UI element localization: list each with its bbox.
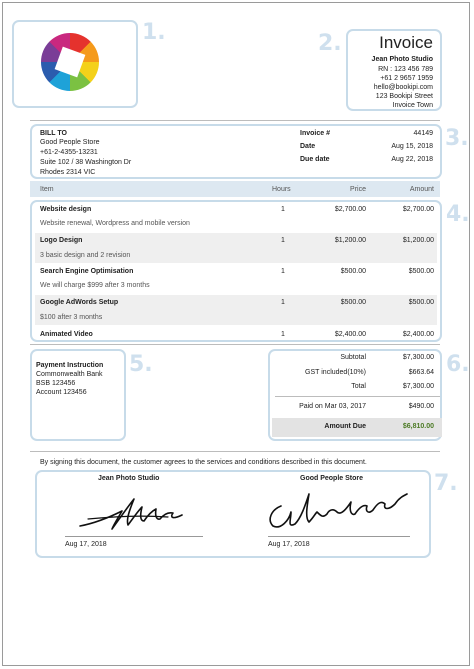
bill-to-label: BILL TO: [40, 130, 67, 137]
invoice-heading: Invoice: [379, 33, 433, 52]
gst-label: GST included(10%): [305, 369, 366, 376]
left-signer-name: Jean Photo Studio: [98, 475, 160, 482]
summary-divider: [275, 396, 440, 397]
item-name: Logo Design: [40, 237, 83, 244]
item-name: Website design: [40, 206, 92, 213]
invoice-due-label: Due date: [300, 156, 330, 163]
company-town: Invoice Town: [392, 102, 433, 109]
marker-6: 6.: [446, 352, 470, 377]
header-item: Item: [40, 186, 54, 193]
invoice-date-label: Date: [300, 143, 316, 150]
agreement-text: By signing this document, the customer a…: [40, 459, 367, 466]
item-desc: We will charge $999 after 3 months: [40, 282, 150, 289]
marker-5: 5.: [129, 352, 153, 377]
right-signature: [269, 493, 408, 528]
item-amount: $2,700.00: [402, 206, 434, 213]
total-label: Total: [351, 383, 366, 390]
company-email: hello@bookipi.com: [373, 84, 433, 91]
marker-1: 1.: [142, 20, 166, 45]
item-amount: $2,400.00: [402, 331, 434, 338]
item-price: $2,400.00: [334, 331, 366, 338]
item-hours: 1: [281, 331, 285, 338]
marker-4: 4.: [446, 202, 470, 227]
item-hours: 1: [281, 268, 285, 275]
item-desc: Website renewal, Wordpress and mobile ve…: [40, 220, 190, 227]
header-hours: Hours: [272, 186, 291, 193]
item-amount: $500.00: [408, 268, 434, 275]
item-hours: 1: [281, 299, 285, 306]
bill-to-name: Good People Store: [40, 139, 100, 146]
header-price: Price: [350, 186, 366, 193]
item-amount: $500.00: [408, 299, 434, 306]
left-signature: [79, 498, 183, 530]
marker-2: 2.: [318, 31, 342, 56]
bill-to-address2: Rhodes 2314 VIC: [40, 169, 96, 176]
divider-top: [30, 120, 440, 121]
company-street: 123 Bookipi Street: [375, 93, 433, 100]
payment-bsb: BSB 123456: [36, 380, 76, 387]
amount-due-value: $6,810.00: [402, 423, 434, 430]
company-rn: RN : 123 456 789: [378, 66, 433, 73]
gst-value: $663.64: [408, 369, 434, 376]
item-price: $1,200.00: [334, 237, 366, 244]
payment-bank: Commonwealth Bank: [36, 371, 103, 378]
item-hours: 1: [281, 237, 285, 244]
item-name: Animated Video: [40, 331, 93, 338]
right-signature-date: Aug 17, 2018: [268, 541, 310, 548]
subtotal-value: $7,300.00: [402, 354, 434, 361]
item-price: $500.00: [340, 299, 366, 306]
invoice-number-label: Invoice #: [300, 130, 330, 137]
left-signature-line: [65, 536, 203, 537]
invoice-number: 44149: [413, 130, 433, 137]
marker-7: 7.: [434, 471, 458, 496]
item-price: $500.00: [340, 268, 366, 275]
divider-bottom: [30, 451, 440, 452]
item-price: $2,700.00: [334, 206, 366, 213]
company-name: Jean Photo Studio: [371, 56, 433, 63]
item-desc: 3 basic design and 2 revision: [40, 252, 131, 259]
right-signer-name: Good People Store: [300, 475, 364, 482]
right-signature-line: [268, 536, 410, 537]
header-amount: Amount: [409, 186, 434, 193]
table-header: [30, 181, 440, 197]
item-name: Google AdWords Setup: [40, 299, 119, 306]
divider-items: [30, 344, 440, 345]
total-value: $7,300.00: [402, 383, 434, 390]
bill-to-phone: +61-2-4355-13231: [40, 149, 98, 156]
payment-account: Account 123456: [36, 389, 87, 396]
invoice-due: Aug 22, 2018: [391, 156, 433, 163]
amount-due-label: Amount Due: [324, 423, 366, 430]
marker-3: 3.: [445, 126, 469, 151]
left-signature-date: Aug 17, 2018: [65, 541, 107, 548]
subtotal-label: Subtotal: [340, 354, 366, 361]
company-phone: +61 2 9657 1959: [380, 75, 433, 82]
item-amount: $1,200.00: [402, 237, 434, 244]
invoice-date: Aug 15, 2018: [391, 143, 433, 150]
payment-title: Payment Instruction: [36, 362, 104, 369]
item-name: Search Engine Optimisation: [40, 268, 134, 275]
item-desc: $100 after 3 months: [40, 314, 103, 321]
paid-value: $490.00: [408, 403, 434, 410]
paid-label: Paid on Mar 03, 2017: [299, 403, 366, 410]
bill-to-address1: Suite 102 / 38 Washington Dr: [40, 159, 132, 166]
item-hours: 1: [281, 206, 285, 213]
